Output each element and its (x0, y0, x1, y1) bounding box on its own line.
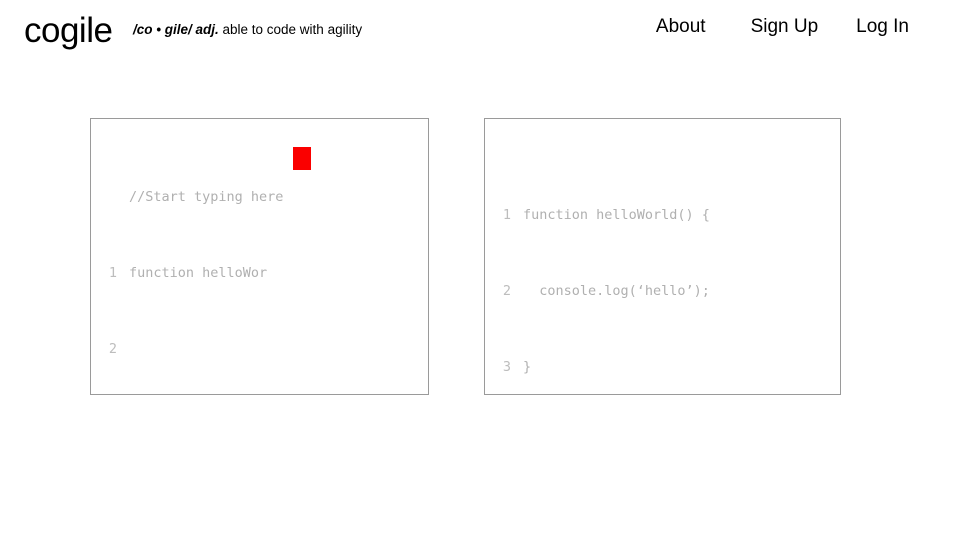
code-line-text[interactable]: } (523, 358, 531, 377)
code-line-text[interactable]: function helloWorld() { (523, 206, 710, 225)
code-line-text[interactable]: console.log(‘hello’); (523, 282, 710, 301)
line-number: 1 (502, 207, 511, 223)
line-number: 2 (502, 283, 511, 299)
code-editor-input[interactable]: //Start typing here 1 function helloWor … (90, 118, 429, 395)
code-line[interactable]: 2 console.log(‘hello’); (485, 282, 840, 301)
tagline-phonetic: /co • gile/ adj. (133, 22, 219, 37)
code-preview-content[interactable]: 1 function helloWorld() { 2 console.log(… (485, 119, 840, 394)
editor-placeholder-line: //Start typing here (91, 188, 428, 207)
nav-link-about[interactable]: About (656, 14, 706, 40)
line-number: 2 (108, 341, 117, 357)
cursor-block (293, 147, 311, 170)
code-preview-panel[interactable]: 1 function helloWorld() { 2 console.log(… (484, 118, 841, 395)
code-line[interactable]: 2 (91, 340, 428, 359)
line-number: 3 (502, 359, 511, 375)
line-number: 1 (108, 265, 117, 281)
code-line-text[interactable]: function helloWor (129, 264, 267, 283)
code-line[interactable]: 1 function helloWor (91, 264, 428, 283)
nav-link-signup[interactable]: Sign Up (751, 14, 819, 40)
code-line[interactable]: 1 function helloWorld() { (485, 206, 840, 225)
brand-logo[interactable]: cogile (24, 10, 113, 52)
code-line[interactable]: 3 } (485, 358, 840, 377)
site-header: cogile /co • gile/ adj. able to code wit… (0, 0, 960, 62)
nav-link-login[interactable]: Log In (856, 14, 909, 40)
main-navigation: About Sign Up Log In (656, 14, 960, 40)
tagline-definition: able to code with agility (218, 22, 363, 37)
code-editor-input-content[interactable]: //Start typing here 1 function helloWor … (91, 119, 428, 394)
editor-placeholder-text: //Start typing here (129, 189, 284, 205)
brand-tagline: /co • gile/ adj. able to code with agili… (133, 21, 362, 39)
